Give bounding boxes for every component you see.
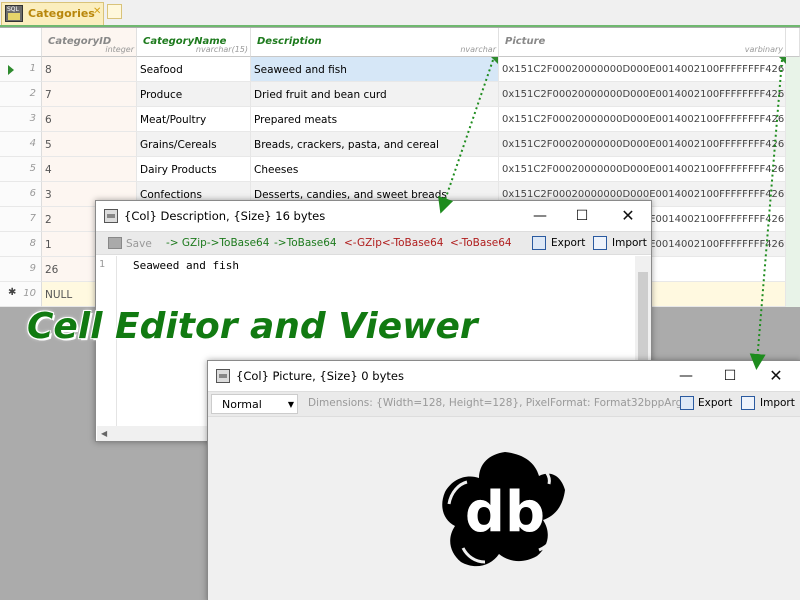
cell-picture[interactable]: 0x151C2F00020000000D000E0014002100FFFFFF… (499, 107, 786, 132)
row-number[interactable]: 8 (0, 232, 42, 257)
editor-toolbar: Save -> GZip->ToBase64 ->ToBase64 <-GZip… (96, 231, 651, 255)
tab-label: Categories (28, 7, 95, 20)
close-icon[interactable]: ✕ (758, 364, 794, 388)
display-mode-select[interactable]: Normal ▼ (211, 394, 298, 414)
minimize-icon[interactable]: — (522, 204, 558, 228)
cell-description[interactable]: Breads, crackers, pasta, and cereal (251, 132, 499, 157)
import-icon (593, 236, 607, 250)
table-row[interactable]: 3 6 Meat/Poultry Prepared meats 0x151C2F… (0, 107, 800, 132)
tab-categories[interactable]: Categories ✕ (1, 2, 104, 25)
close-icon[interactable]: ✕ (610, 204, 646, 228)
tab-strip: Categories ✕ (0, 0, 800, 27)
new-row-star-icon: ✱ (8, 287, 17, 298)
row-number[interactable]: 1 (0, 57, 42, 82)
table-row[interactable]: 5 4 Dairy Products Cheeses 0x151C2F00020… (0, 157, 800, 182)
to-base64-button[interactable]: ->ToBase64 (274, 237, 337, 249)
window-title: {Col} Description, {Size} 16 bytes (124, 209, 326, 223)
cell-description[interactable]: Cheeses (251, 157, 499, 182)
column-header-picture[interactable]: Picture varbinary (499, 28, 786, 57)
close-icon[interactable]: ✕ (93, 6, 101, 17)
export-icon (680, 396, 694, 410)
table-row[interactable]: 4 5 Grains/Cereals Breads, crackers, pas… (0, 132, 800, 157)
column-header-description[interactable]: Description nvarchar (251, 28, 499, 57)
logo-text: db (465, 480, 545, 545)
from-gzip-base64-button[interactable]: <-GZip<-ToBase64 (344, 237, 444, 249)
import-button[interactable]: Import (612, 237, 647, 249)
maximize-icon[interactable]: ☐ (712, 364, 748, 388)
chevron-down-icon: ▼ (287, 400, 294, 409)
cell-editor-marker (491, 57, 498, 64)
dbforge-logo: db (442, 452, 565, 567)
cell-description[interactable]: Prepared meats (251, 107, 499, 132)
cell-categoryname[interactable]: Meat/Poultry (137, 107, 251, 132)
row-header-corner (0, 28, 42, 57)
window-title: {Col} Picture, {Size} 0 bytes (236, 369, 404, 383)
app-icon (104, 209, 118, 223)
viewer-toolbar: Normal ▼ Dimensions: {Width=128, Height=… (208, 391, 800, 417)
app-icon (216, 369, 230, 383)
window-titlebar[interactable]: {Col} Picture, {Size} 0 bytes — ☐ ✕ (208, 361, 800, 391)
save-button[interactable]: Save (108, 237, 152, 250)
header-filler (786, 28, 800, 57)
table-row[interactable]: 2 7 Produce Dried fruit and bean curd 0x… (0, 82, 800, 107)
cell-categoryid[interactable]: 5 (42, 132, 137, 157)
table-row[interactable]: 1 8 Seafood Seaweed and fish 0x151C2F000… (0, 57, 800, 82)
image-dimensions: Dimensions: {Width=128, Height=128}, Pix… (308, 397, 689, 409)
new-tab-button[interactable] (107, 4, 122, 19)
row-number[interactable]: 7 (0, 207, 42, 232)
maximize-icon[interactable]: ☐ (564, 204, 600, 228)
row-number[interactable]: 4 (0, 132, 42, 157)
minimize-icon[interactable]: — (668, 364, 704, 388)
from-base64-button[interactable]: <-ToBase64 (450, 237, 512, 249)
export-button[interactable]: Export (698, 397, 732, 409)
cell-categoryid[interactable]: 7 (42, 82, 137, 107)
sql-table-icon (5, 5, 23, 22)
cell-categoryname[interactable]: Produce (137, 82, 251, 107)
gzip-to-base64-button[interactable]: -> GZip->ToBase64 (166, 237, 269, 249)
row-indicator-icon (8, 65, 14, 75)
picture-viewer-window: {Col} Picture, {Size} 0 bytes — ☐ ✕ Norm… (207, 360, 800, 600)
picture-canvas: db (208, 417, 800, 600)
cell-categoryname[interactable]: Seafood (137, 57, 251, 82)
row-number[interactable]: 5 (0, 157, 42, 182)
import-icon (741, 396, 755, 410)
cell-categoryname[interactable]: Dairy Products (137, 157, 251, 182)
cell-picture[interactable]: 0x151C2F00020000000D000E0014002100FFFFFF… (499, 57, 786, 82)
cell-picture[interactable]: 0x151C2F00020000000D000E0014002100FFFFFF… (499, 157, 786, 182)
row-number[interactable]: 2 (0, 82, 42, 107)
cell-categoryname[interactable]: Grains/Cereals (137, 132, 251, 157)
export-icon (532, 236, 546, 250)
cell-description[interactable]: Seaweed and fish (251, 57, 499, 82)
column-header-categoryname[interactable]: CategoryName nvarchar(15) (137, 28, 251, 57)
export-button[interactable]: Export (551, 237, 585, 249)
cell-categoryid[interactable]: 6 (42, 107, 137, 132)
cell-picture[interactable]: 0x151C2F00020000000D000E0014002100FFFFFF… (499, 132, 786, 157)
save-icon (108, 237, 122, 249)
chevron-left-icon[interactable]: ◀ (101, 429, 107, 438)
promo-title: Cell Editor and Viewer (27, 306, 478, 347)
cell-categoryid[interactable]: 4 (42, 157, 137, 182)
cell-description[interactable]: Dried fruit and bean curd (251, 82, 499, 107)
grid-vertical-scrollbar[interactable] (786, 57, 800, 307)
row-number[interactable]: 6 (0, 182, 42, 207)
editor-content[interactable]: Seaweed and fish (133, 259, 239, 272)
row-number[interactable]: ✱ 10 (0, 282, 42, 307)
cell-editor-marker (779, 57, 786, 64)
column-header-categoryid[interactable]: CategoryID integer (42, 28, 137, 57)
cell-categoryid[interactable]: 8 (42, 57, 137, 82)
row-number[interactable]: 3 (0, 107, 42, 132)
row-number[interactable]: 9 (0, 257, 42, 282)
cell-picture[interactable]: 0x151C2F00020000000D000E0014002100FFFFFF… (499, 82, 786, 107)
import-button[interactable]: Import (760, 397, 795, 409)
window-titlebar[interactable]: {Col} Description, {Size} 16 bytes — ☐ ✕ (96, 201, 651, 231)
